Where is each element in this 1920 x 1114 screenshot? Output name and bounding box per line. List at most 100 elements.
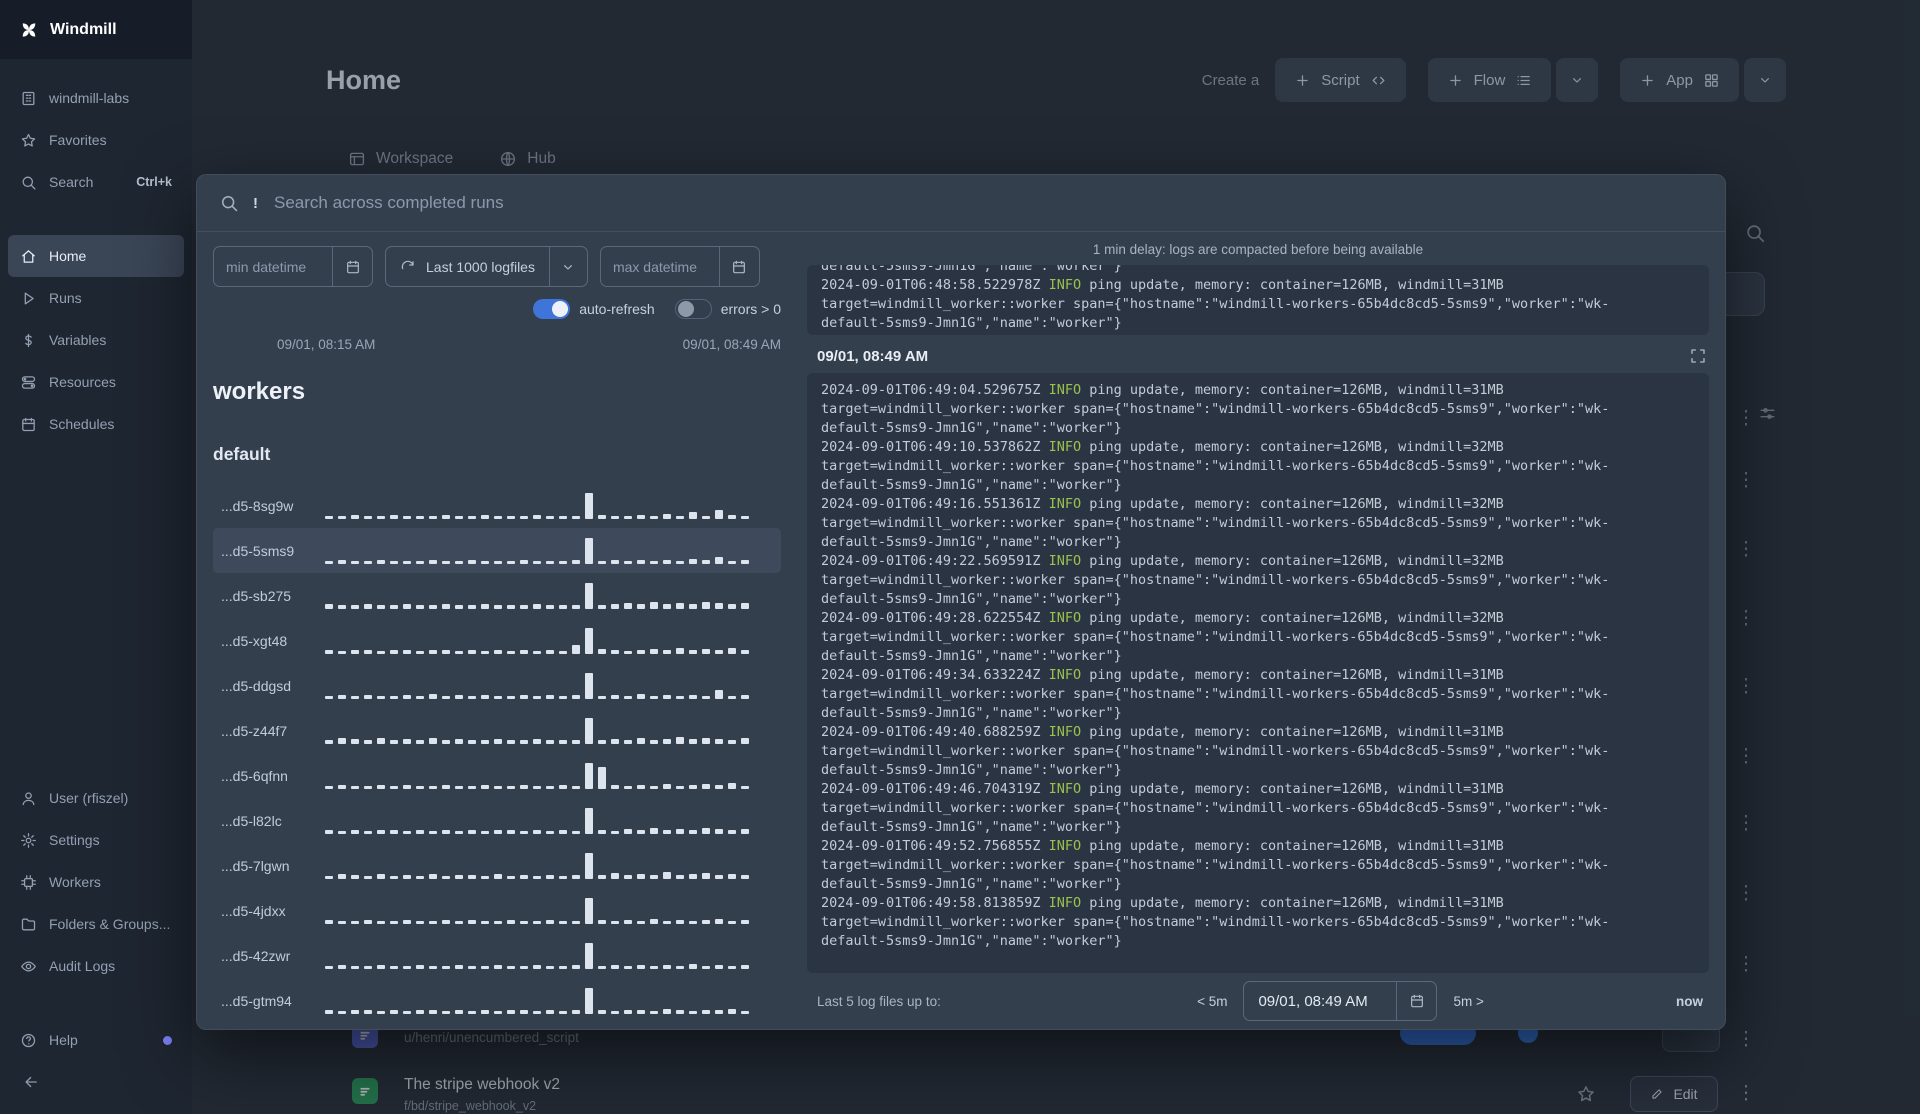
search-prefix: ! [253, 194, 258, 212]
logfiles-selected-value: Last 1000 logfiles [386, 259, 549, 275]
min-datetime-input[interactable] [214, 258, 332, 275]
completed-runs-search-input[interactable] [272, 192, 1703, 214]
sidebar-item-folders-groups[interactable]: Folders & Groups... [8, 903, 184, 945]
worker-activity-sparkline [325, 492, 773, 519]
windmill-app: Windmill windmill-labs Favorites Search Ctr… [0, 0, 1920, 1114]
logfiles-select[interactable]: Last 1000 logfiles [385, 246, 588, 287]
worker-name: ...d5-ddgsd [221, 677, 292, 694]
worker-activity-sparkline [325, 987, 773, 1014]
time-range-labels: 09/01, 08:15 AM 09/01, 08:49 AM [277, 337, 781, 352]
errors-toggle[interactable]: errors > 0 [674, 299, 781, 319]
sidebar-item-label: User (rfiszel) [49, 790, 129, 806]
worker-row[interactable]: ...d5-l82lc [213, 798, 781, 843]
log-entry: 2024-09-01T06:49:46.704319Z INFO ping up… [821, 781, 1610, 835]
sidebar-item-variables[interactable]: Variables [8, 319, 184, 361]
sidebar-item-windmill-labs[interactable]: windmill-labs [8, 77, 184, 119]
search-icon [219, 193, 239, 213]
worker-name: ...d5-l82lc [221, 812, 282, 829]
log-datetime-input[interactable] [1244, 992, 1397, 1010]
worker-row[interactable]: ...d5-42zwr [213, 933, 781, 978]
worker-row[interactable]: ...d5-xgt48 [213, 618, 781, 663]
worker-name: ...d5-5sms9 [221, 542, 295, 559]
dollar-icon [20, 332, 37, 349]
sidebar-item-runs[interactable]: Runs [8, 277, 184, 319]
auto-refresh-toggle[interactable]: auto-refresh [533, 299, 655, 319]
folder-icon [20, 916, 37, 933]
workers-column: Last 1000 logfiles [197, 232, 797, 1029]
keyboard-shortcut: Ctrl+k [136, 175, 172, 189]
worker-activity-sparkline [325, 807, 773, 834]
cpu-icon [20, 874, 37, 891]
delay-notice: 1 min delay: logs are compacted before b… [1092, 242, 1424, 257]
log-partial-line: default-5sms9-Jmn1G","name":"worker"} [821, 265, 1122, 274]
sidebar-item-favorites[interactable]: Favorites [8, 119, 184, 161]
worker-row[interactable]: ...d5-8sg9w [213, 483, 781, 528]
log-entry: 2024-09-01T06:49:10.537862Z INFO ping up… [821, 439, 1610, 493]
worker-row[interactable]: ...d5-4jdxx [213, 888, 781, 933]
max-datetime-calendar-button[interactable] [718, 247, 759, 286]
sidebar-nav-bottom: User (rfiszel) Settings Workers Folders & G… [0, 759, 192, 1065]
worker-name: ...d5-7lgwn [221, 857, 290, 874]
sidebar-item-audit-logs[interactable]: Audit Logs [8, 945, 184, 987]
log-column: 1 min delay: logs are compacted before b… [797, 232, 1725, 1029]
log-entry: 2024-09-01T06:49:22.569591Z INFO ping up… [821, 553, 1610, 607]
now-button[interactable]: now [1676, 994, 1703, 1009]
log-entry: 2024-09-01T06:49:16.551361Z INFO ping up… [821, 496, 1610, 550]
app-title: Windmill [50, 20, 117, 38]
log-entry: 2024-09-01T06:49:28.622554Z INFO ping up… [821, 610, 1610, 664]
log-entry: 2024-09-01T06:49:34.633224Z INFO ping up… [821, 667, 1610, 721]
log-block-current: 2024-09-01T06:49:04.529675Z INFO ping up… [807, 373, 1709, 973]
toggle-switch[interactable] [674, 299, 712, 319]
worker-name: ...d5-8sg9w [221, 497, 294, 514]
sidebar-item-schedules[interactable]: Schedules [8, 403, 184, 445]
app-brand[interactable]: Windmill [0, 0, 192, 59]
sidebar-item-user-rfiszel[interactable]: User (rfiszel) [8, 777, 184, 819]
worker-name: ...d5-4jdxx [221, 902, 286, 919]
next-5m-button[interactable]: 5m > [1453, 994, 1483, 1009]
sidebar-nav-top: windmill-labs Favorites Search Ctrl+k Home Ru… [0, 59, 192, 445]
worker-activity-sparkline [325, 897, 773, 924]
calendar-icon [1409, 993, 1425, 1009]
worker-name: ...d5-6qfnn [221, 767, 288, 784]
eye-icon [20, 958, 37, 975]
worker-row[interactable]: ...d5-5sms9 [213, 528, 781, 573]
log-footer-label: Last 5 log files up to: [817, 993, 941, 1009]
sidebar-item-search[interactable]: Search Ctrl+k [8, 161, 184, 203]
logfiles-label: Last 1000 logfiles [426, 258, 535, 275]
worker-name: ...d5-z44f7 [221, 722, 288, 739]
worker-row[interactable]: ...d5-z44f7 [213, 708, 781, 753]
chevron-down-icon [560, 259, 576, 275]
worker-row[interactable]: ...d5-7lgwn [213, 843, 781, 888]
worker-activity-sparkline [325, 717, 773, 744]
worker-row[interactable]: ...d5-sb275 [213, 573, 781, 618]
min-datetime-field [213, 246, 373, 287]
expand-icon[interactable] [1689, 347, 1707, 365]
worker-activity-sparkline [325, 852, 773, 879]
sidebar-item-resources[interactable]: Resources [8, 361, 184, 403]
sidebar-item-help[interactable]: Help [8, 1019, 184, 1061]
log-footer: Last 5 log files up to: < 5m 5m > now [807, 973, 1709, 1029]
previous-5m-button[interactable]: < 5m [1197, 994, 1227, 1009]
sidebar-item-label: Favorites [49, 132, 107, 148]
worker-row[interactable]: ...d5-6qfnn [213, 753, 781, 798]
sidebar-item-workers[interactable]: Workers [8, 861, 184, 903]
worker-row[interactable]: ...d5-ddgsd [213, 663, 781, 708]
sidebar-item-label: Workers [49, 874, 101, 890]
sidebar-item-label: Runs [49, 290, 82, 306]
sidebar-item-settings[interactable]: Settings [8, 819, 184, 861]
user-icon [20, 790, 37, 807]
worker-activity-sparkline [325, 672, 773, 699]
sidebar: Windmill windmill-labs Favorites Search Ctr… [0, 0, 192, 1114]
worker-name: ...d5-gtm94 [221, 992, 292, 1009]
max-datetime-input[interactable] [600, 258, 719, 275]
min-datetime-calendar-button[interactable] [332, 247, 372, 286]
sidebar-item-home[interactable]: Home [8, 235, 184, 277]
worker-activity-sparkline [325, 582, 773, 609]
logfiles-dropdown-button[interactable] [548, 247, 587, 286]
collapse-sidebar-button[interactable] [0, 1065, 192, 1114]
play-icon [20, 290, 37, 307]
log-datetime-calendar-button[interactable] [1396, 982, 1436, 1020]
toggle-switch[interactable] [533, 299, 571, 319]
worker-row[interactable]: ...d5-gtm94 [213, 978, 781, 1023]
worker-name: ...d5-xgt48 [221, 632, 288, 649]
